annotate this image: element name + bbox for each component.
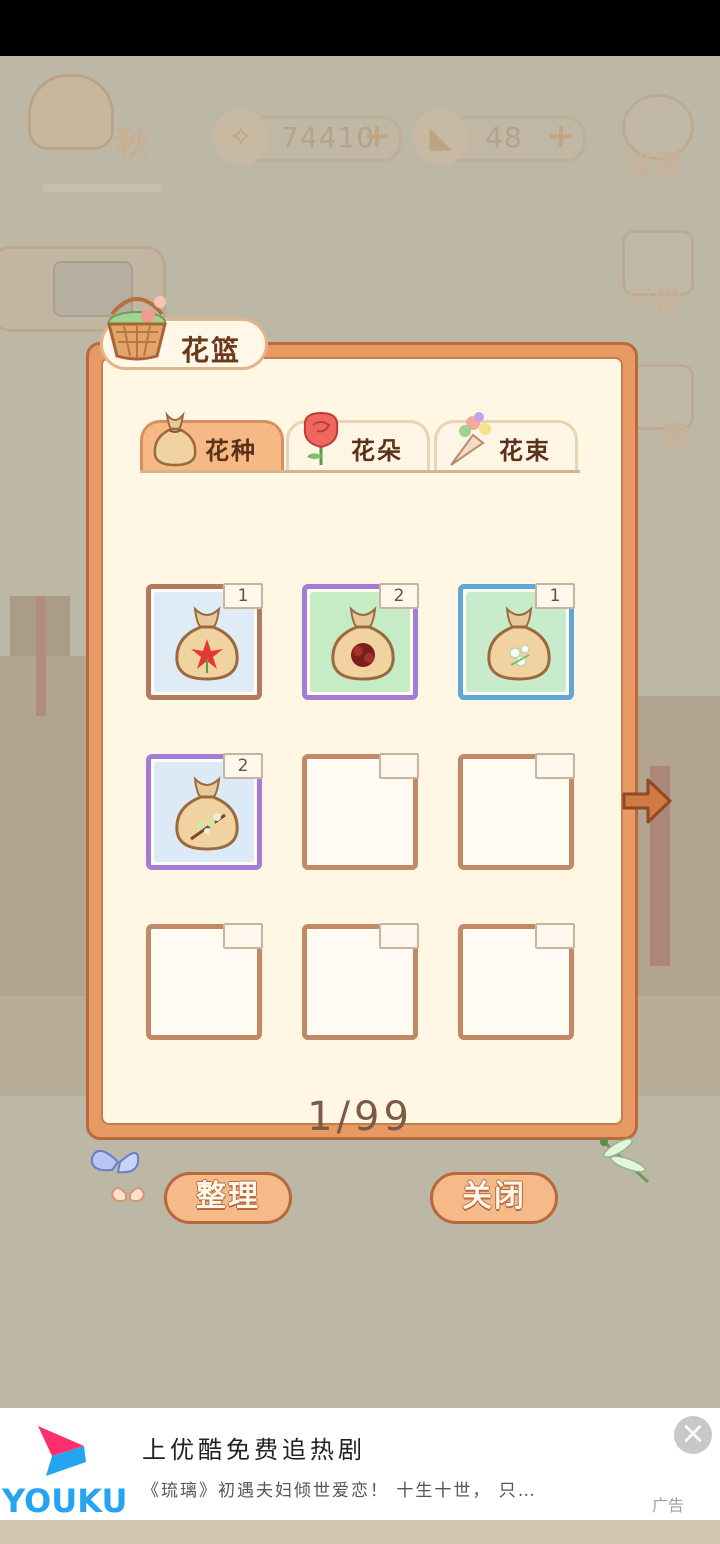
tab-flowers[interactable]: 花朵 xyxy=(286,411,430,470)
add-cheese-button[interactable]: + xyxy=(545,119,577,153)
add-fish-button[interactable]: + xyxy=(361,119,393,153)
item-count-badge xyxy=(535,923,575,949)
build-label: 建 xyxy=(659,419,688,452)
youku-logo-icon xyxy=(38,1426,86,1476)
inventory-slot[interactable]: 2 xyxy=(146,753,263,870)
dialog-title: 花篮 xyxy=(181,334,242,367)
tab-seeds[interactable]: 花种 xyxy=(140,411,284,470)
ad-subline: 《琉璃》初遇夫妇倾世爱恋！ 十生十世， 只… xyxy=(142,1481,537,1501)
flower-basket-icon xyxy=(107,296,167,361)
butterfly-icon xyxy=(90,1150,146,1203)
ad-brand: YOUKU xyxy=(2,1482,128,1520)
item-count-badge: 1 xyxy=(535,583,575,609)
cheese-icon: ◣ xyxy=(413,109,469,165)
ad-close-button[interactable]: × xyxy=(674,1416,712,1454)
inventory-slot-empty[interactable] xyxy=(146,923,263,1040)
daily-label: 日常 xyxy=(625,285,682,318)
seed-bag-icon xyxy=(153,411,197,467)
inventory-slot-empty[interactable] xyxy=(302,753,419,870)
inventory-slot-empty[interactable] xyxy=(302,923,419,1040)
rose-icon xyxy=(303,411,339,465)
daily-button[interactable]: 日常 xyxy=(614,230,694,320)
white-flower-seed-bag-icon xyxy=(487,606,551,681)
item-count-badge xyxy=(379,923,419,949)
bouquet-icon xyxy=(450,412,491,466)
inventory-slot[interactable]: 1 xyxy=(458,583,575,700)
sort-button[interactable]: 整理 xyxy=(164,1172,292,1224)
tab-seeds-label: 花种 xyxy=(205,437,257,465)
autumn-tree-icon xyxy=(28,74,114,150)
fish-bone-icon: ✧ xyxy=(213,109,269,165)
red-flower-seed-bag-icon xyxy=(175,606,239,681)
season-label: 秋 xyxy=(116,124,150,164)
settings-button[interactable]: 设置 xyxy=(614,94,694,184)
item-count-badge: 2 xyxy=(379,583,419,609)
item-count-badge: 1 xyxy=(223,583,263,609)
ad-headline: 上优酷免费追热剧 xyxy=(142,1436,366,1464)
next-page-arrow-icon[interactable] xyxy=(620,776,674,826)
ad-banner[interactable]: YOUKU 上优酷免费追热剧 《琉璃》初遇夫妇倾世爱恋！ 十生十世， 只… × … xyxy=(0,1408,720,1520)
inventory-slot[interactable]: 2 xyxy=(302,583,419,700)
inventory-slot-empty[interactable] xyxy=(458,923,575,1040)
dark-red-flower-seed-bag-icon xyxy=(331,606,395,681)
tab-bouquets-label: 花束 xyxy=(499,437,551,465)
inventory-slot[interactable]: 1 xyxy=(146,583,263,700)
ad-label: 广告 xyxy=(652,1496,685,1515)
dragonfly-icon xyxy=(600,1138,650,1184)
season-progress-bar xyxy=(42,184,162,192)
settings-label: 设置 xyxy=(625,149,682,182)
close-button[interactable]: 关闭 xyxy=(430,1172,558,1224)
status-bar xyxy=(0,0,720,56)
item-count-badge xyxy=(379,753,419,779)
season-indicator[interactable]: 秋 xyxy=(28,74,178,192)
green-branch-seed-bag-icon xyxy=(175,776,239,851)
fish-resource: ✧ 74410 + xyxy=(213,109,402,165)
item-count-badge: 2 xyxy=(223,753,263,779)
inventory-slot-empty[interactable] xyxy=(458,753,575,870)
cheese-resource: ◣ 48 + xyxy=(413,109,586,165)
tab-underline xyxy=(140,470,580,473)
item-count-badge xyxy=(535,753,575,779)
cheese-count: 48 xyxy=(485,121,523,154)
item-count-badge xyxy=(223,923,263,949)
tab-bouquets[interactable]: 花束 xyxy=(434,412,578,470)
tab-flowers-label: 花朵 xyxy=(351,437,403,465)
bottom-strip xyxy=(0,1520,720,1544)
